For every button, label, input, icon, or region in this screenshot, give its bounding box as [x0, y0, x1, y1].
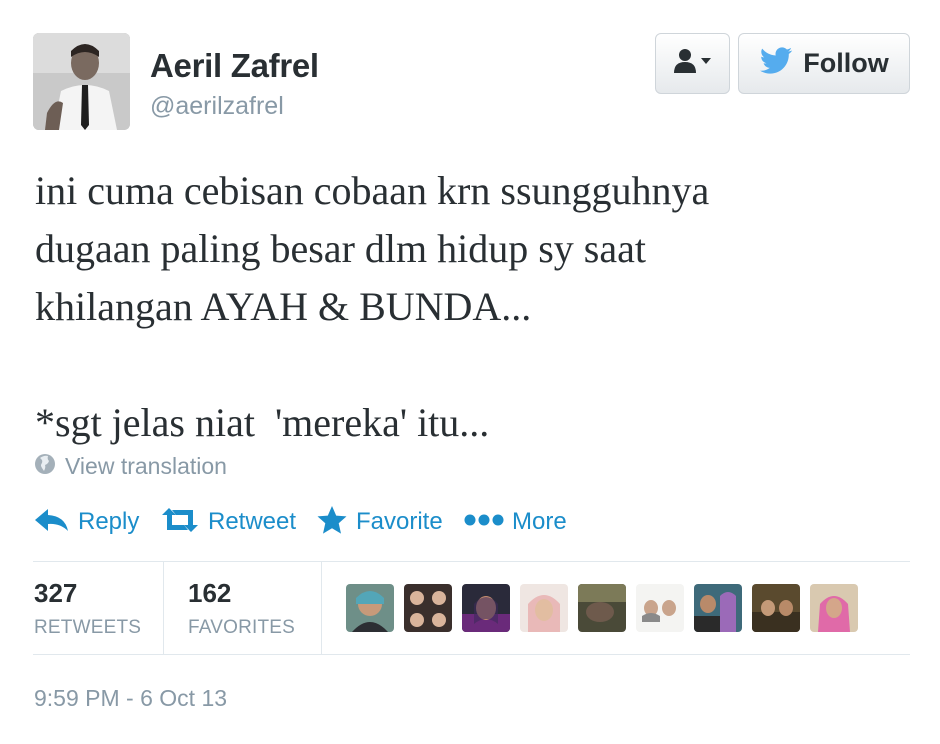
favorites-label: FAVORITES — [188, 617, 296, 638]
retweets-label: RETWEETS — [34, 617, 142, 638]
follow-label: Follow — [803, 48, 889, 78]
more-dots-icon — [464, 513, 504, 532]
user-dropdown-icon — [673, 48, 713, 79]
avatar-photo — [33, 33, 130, 130]
retweet-label: Retweet — [208, 508, 297, 535]
favorites-count: 162 — [188, 578, 232, 608]
stats-divider — [321, 562, 322, 654]
tweet-text: ini cuma cebisan cobaan krn ssungguhnya … — [35, 168, 710, 445]
globe-icon — [34, 453, 56, 480]
favoriter-avatar[interactable] — [810, 584, 858, 632]
favoriter-avatar[interactable] — [752, 584, 800, 632]
favorite-button[interactable]: Favorite — [316, 505, 443, 540]
favoriter-avatar[interactable] — [578, 584, 626, 632]
bird-icon — [759, 47, 793, 80]
view-translation-label: View translation — [65, 453, 227, 479]
retweet-button[interactable]: Retweet — [160, 506, 296, 538]
tweet-timestamp[interactable]: 9:59 PM - 6 Oct 13 — [34, 685, 227, 712]
favoriter-avatar[interactable] — [636, 584, 684, 632]
more-button[interactable]: More — [464, 506, 567, 538]
stats-top-divider — [33, 561, 910, 562]
stats-divider — [163, 562, 164, 654]
more-label: More — [512, 508, 567, 535]
favorite-label: Favorite — [356, 508, 443, 535]
reply-icon — [34, 507, 70, 538]
author-avatar[interactable] — [33, 33, 130, 130]
reply-button[interactable]: Reply — [34, 506, 139, 538]
favoriter-avatar[interactable] — [404, 584, 452, 632]
retweets-stat[interactable]: 327 RETWEETS — [34, 578, 141, 639]
user-actions-button[interactable] — [655, 33, 730, 94]
favorites-stat[interactable]: 162 FAVORITES — [188, 578, 295, 639]
reply-label: Reply — [78, 508, 140, 535]
author-name[interactable]: Aeril Zafrel — [150, 47, 319, 85]
stats-bottom-divider — [33, 654, 910, 655]
favoriter-avatar[interactable] — [694, 584, 742, 632]
favoriters-avatars — [346, 584, 868, 632]
favoriter-avatar[interactable] — [346, 584, 394, 632]
author-handle[interactable]: @aerilzafrel — [150, 92, 284, 121]
star-icon — [316, 505, 348, 540]
retweet-icon — [160, 507, 200, 538]
view-translation-link[interactable]: View translation — [34, 453, 227, 480]
favoriter-avatar[interactable] — [520, 584, 568, 632]
retweets-count: 327 — [34, 578, 78, 608]
favoriter-avatar[interactable] — [462, 584, 510, 632]
follow-button[interactable]: Follow — [738, 33, 910, 94]
